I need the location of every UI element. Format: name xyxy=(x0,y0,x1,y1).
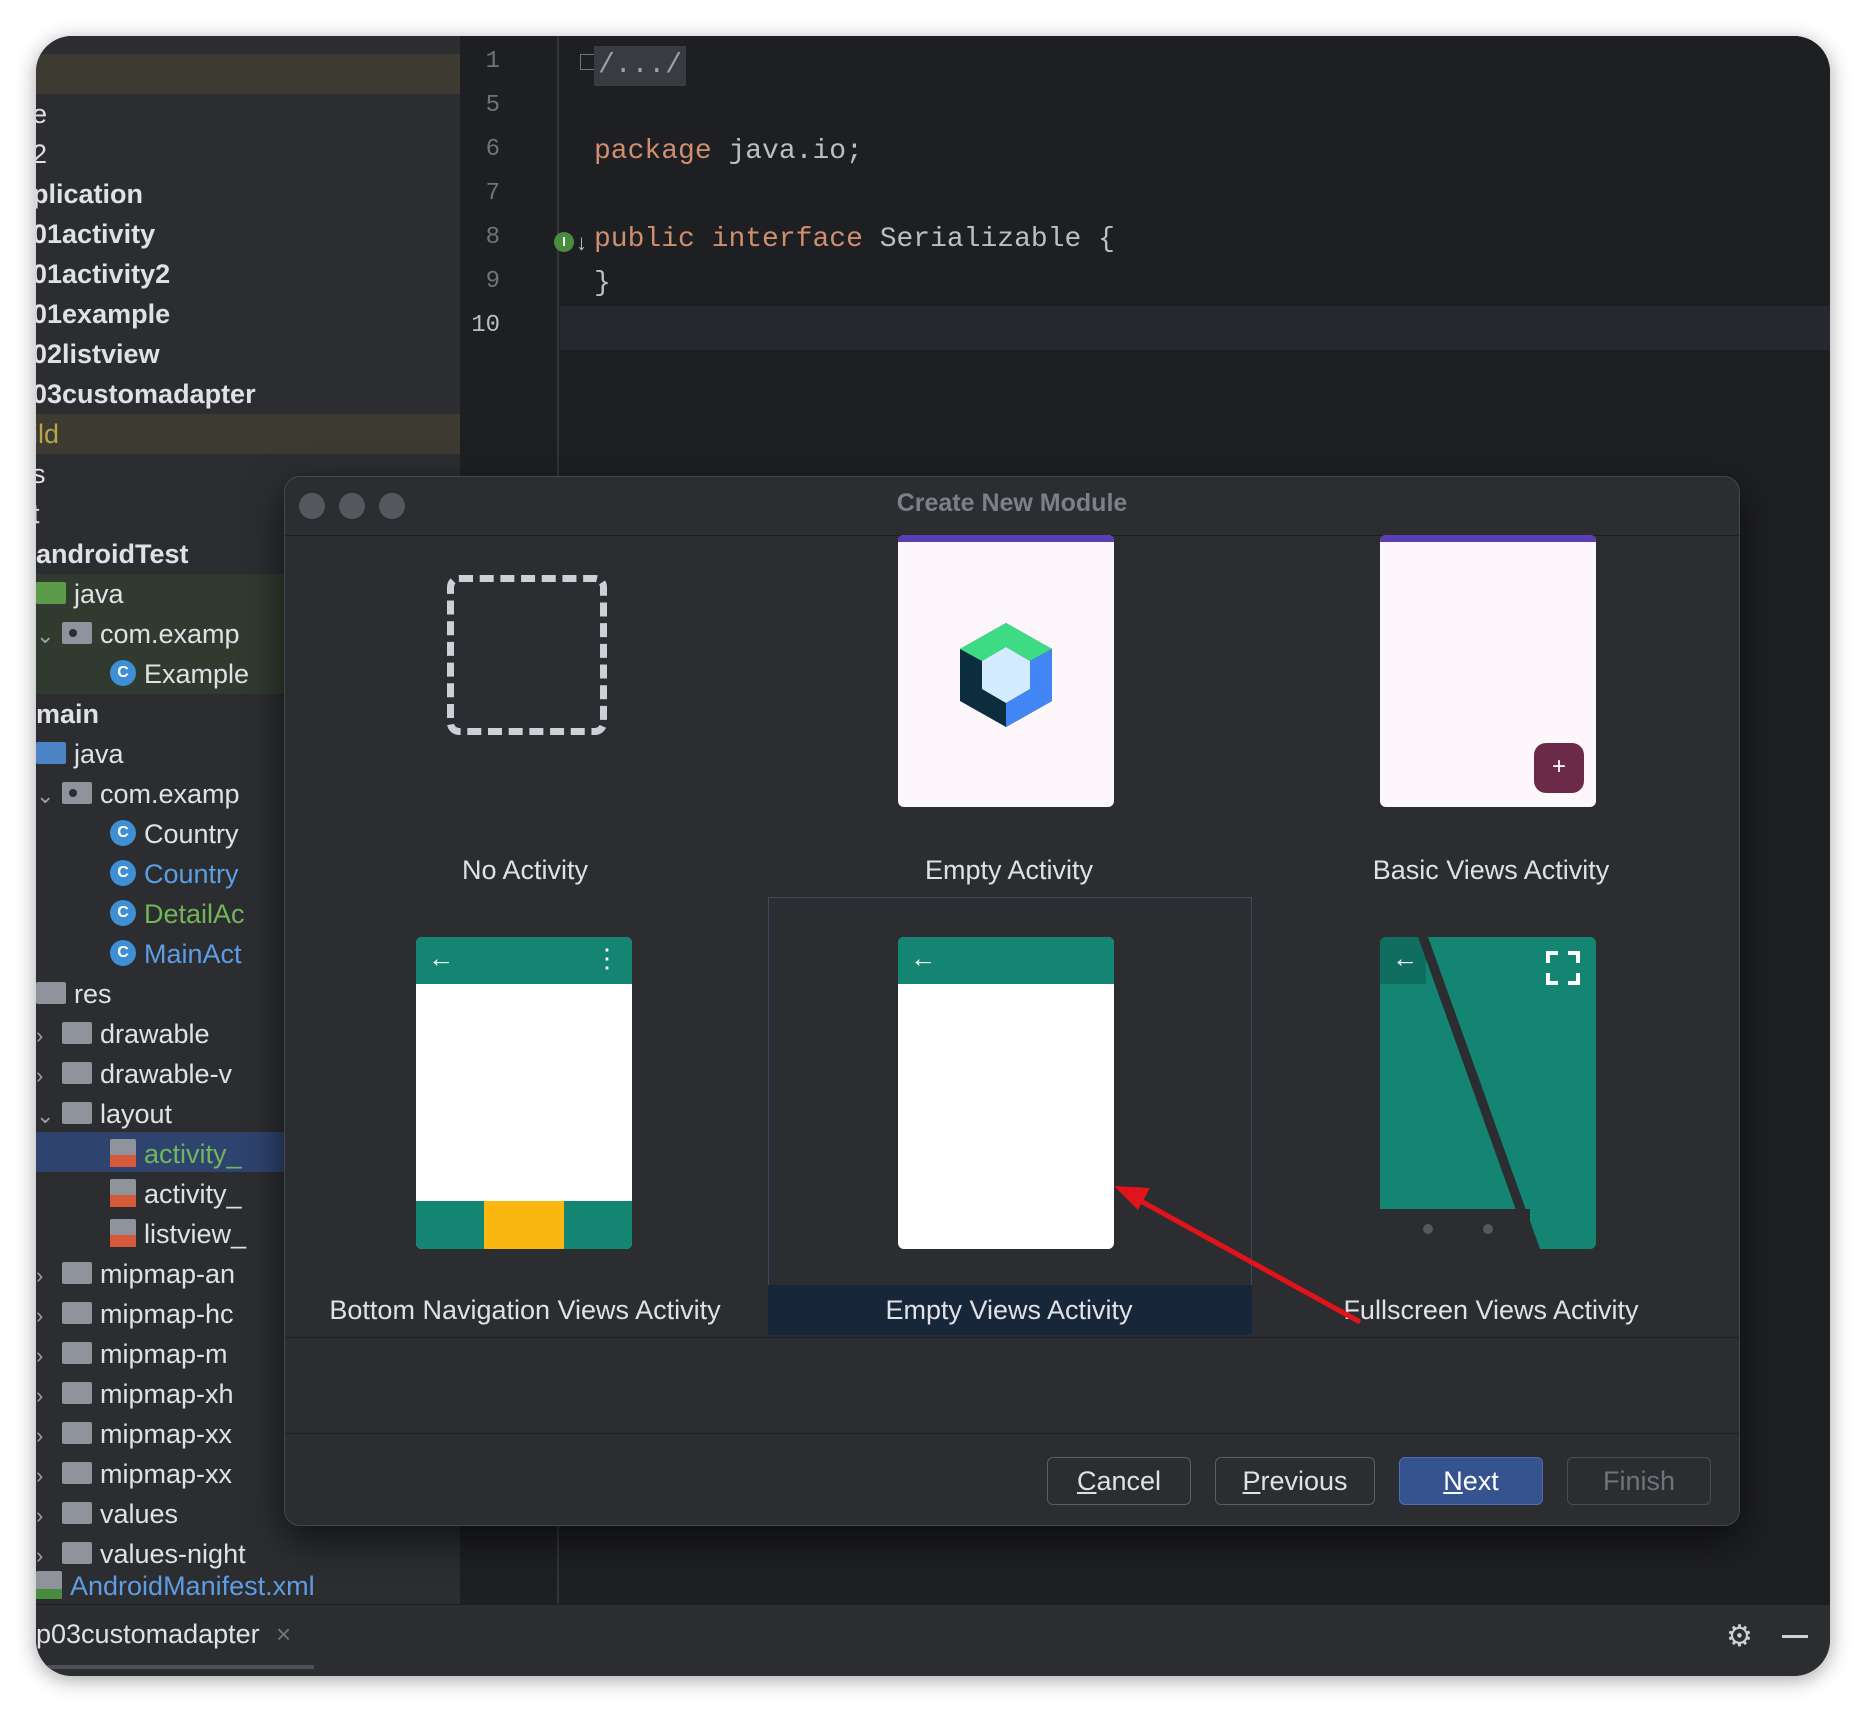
annotation-arrow xyxy=(1114,1186,1362,1325)
android-studio-window: e 2 plication 01activity 01activity2 01e… xyxy=(36,36,1830,1676)
